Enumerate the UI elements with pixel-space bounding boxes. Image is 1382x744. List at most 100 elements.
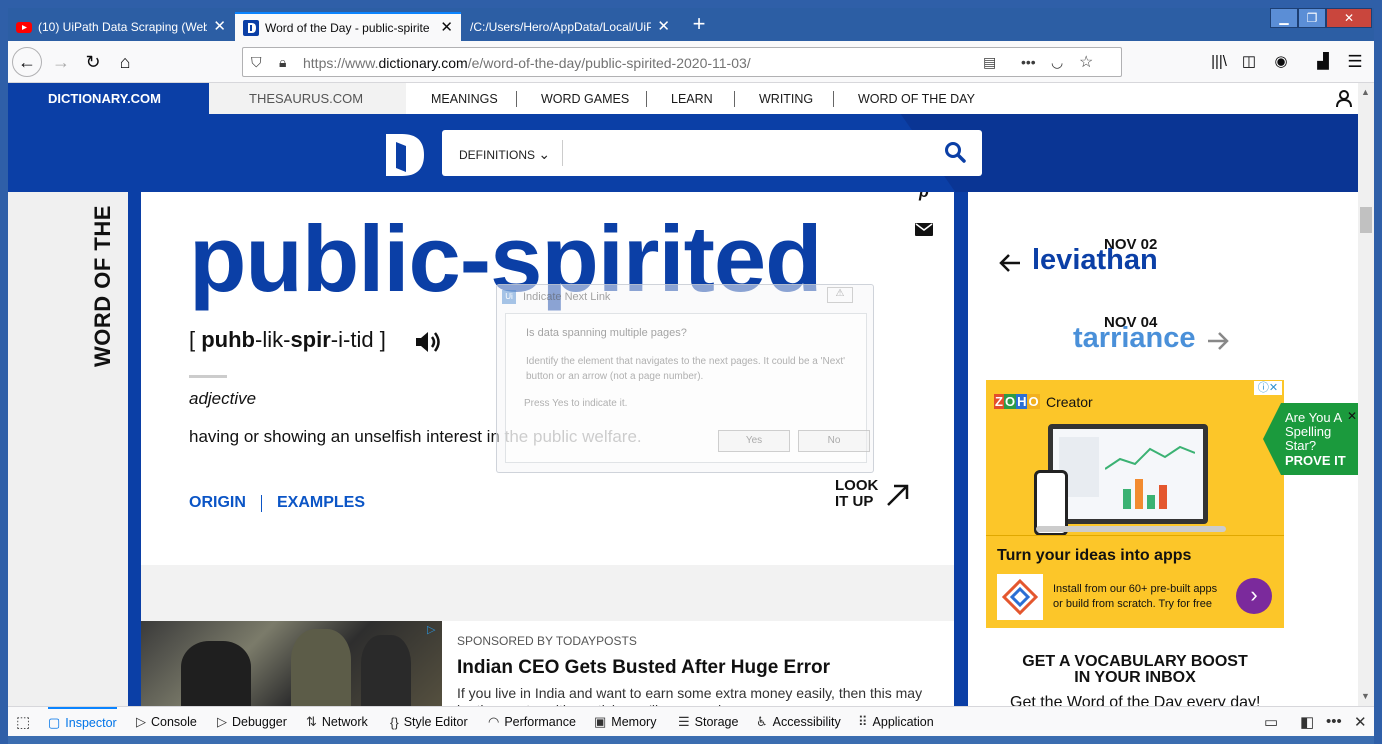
sponsored-article[interactable]: ▷ SPONSORED BY TODAYPOSTS Indian CEO Get… (141, 621, 954, 706)
scroll-thumb[interactable] (1360, 207, 1372, 233)
speaker-icon[interactable] (414, 329, 442, 355)
nav-learn[interactable]: LEARN (671, 92, 713, 106)
close-tab-icon[interactable]: ✕ (657, 19, 670, 34)
window-close-button[interactable]: ✕ (1326, 8, 1372, 28)
yes-button[interactable]: Yes (718, 430, 790, 452)
tab-youtube[interactable]: (10) UiPath Data Scraping (Web ✕ (8, 12, 234, 41)
devtools-tab-storage[interactable]: ☰ Storage (678, 707, 738, 737)
lock-icon[interactable]: 🔒︎ (279, 54, 286, 71)
devtools-tab-performance[interactable]: ◠ Performance (488, 707, 576, 737)
url-bar[interactable]: ⛉ 🔒︎ https://www.dictionary.com/e/word-o… (242, 47, 1122, 77)
line-chart-illustration (1105, 445, 1195, 470)
newsletter-title: GET A VOCABULARY BOOST IN YOUR INBOX (1022, 653, 1248, 686)
ad-choices-icon[interactable]: ▷ (427, 623, 435, 636)
arrow-up-right-icon[interactable] (885, 482, 911, 508)
responsive-design-icon[interactable]: ▭ (1264, 713, 1278, 731)
forward-button[interactable]: → (48, 49, 74, 75)
devtools-tab-network[interactable]: ⇅ Network (306, 707, 368, 737)
dock-icon[interactable]: ◧ (1300, 713, 1314, 731)
tab-local-file[interactable]: /C:/Users/Hero/AppData/Local/UiP ✕ (462, 12, 678, 41)
help-icon[interactable]: ⚠ (827, 287, 853, 303)
dictionary-tab[interactable]: DICTIONARY.COM (8, 83, 209, 114)
devtools-tab-accessibility[interactable]: ♿︎ Accessibility (756, 707, 841, 737)
arrow-right-icon[interactable] (1206, 330, 1230, 352)
ad-product-name: Creator (1046, 394, 1093, 410)
bookmark-star-icon[interactable]: ☆ (1079, 52, 1093, 72)
search-icon[interactable] (944, 141, 966, 163)
dictionary-logo[interactable] (384, 132, 426, 178)
page-actions-icon[interactable]: ••• (1021, 54, 1036, 70)
definitions-dropdown[interactable]: DEFINITIONS ⌄ (459, 146, 550, 163)
ad-go-button[interactable]: › (1236, 578, 1272, 614)
vertical-section-title: WORD OF THE (90, 205, 115, 367)
shield-icon[interactable]: ⛉ (251, 54, 262, 71)
close-tab-icon[interactable]: ✕ (440, 20, 453, 35)
reload-button[interactable]: ↻ (80, 49, 106, 75)
reader-view-icon[interactable]: ▤ (983, 54, 996, 71)
scroll-down-icon[interactable]: ▼ (1361, 691, 1370, 701)
url-text[interactable]: https://www.dictionary.com/e/word-of-the… (303, 55, 751, 71)
new-tab-button[interactable]: + (688, 12, 710, 38)
tab-title: /C:/Users/Hero/AppData/Local/UiP (470, 19, 652, 34)
part-of-speech: adjective (189, 389, 257, 408)
devtools-tab-inspector[interactable]: ▢ Inspector (48, 707, 117, 737)
close-devtools-icon[interactable]: ✕ (1354, 713, 1367, 731)
nav-writing[interactable]: WRITING (759, 92, 813, 106)
user-icon[interactable] (1336, 90, 1352, 108)
back-button[interactable]: ← (12, 47, 42, 77)
page-scrollbar[interactable]: ▲ ▼ (1358, 83, 1374, 706)
inspector-icon: ▢ (48, 715, 61, 730)
application-icon: ⠿ (858, 714, 868, 729)
dialog-description: Identify the element that navigates to t… (526, 356, 846, 382)
search-input[interactable] (572, 138, 932, 168)
minimize-button[interactable]: ▁ (1270, 8, 1298, 28)
devtools-tab-style-editor[interactable]: {} Style Editor (390, 707, 468, 737)
thesaurus-tab[interactable]: THESAURUS.COM (209, 83, 406, 114)
ad-divider (986, 535, 1284, 536)
ad-info-icon[interactable]: ⓘ✕ (1254, 381, 1282, 395)
search-box[interactable]: DEFINITIONS ⌄ (442, 130, 982, 176)
bar-illustration (1135, 479, 1143, 509)
email-share-icon[interactable] (915, 223, 933, 236)
origin-link[interactable]: ORIGIN (189, 494, 246, 512)
sponsored-image[interactable]: ▷ (141, 621, 442, 706)
arrow-left-icon[interactable] (998, 252, 1022, 274)
zoho-creator-ad[interactable]: ZOHO Creator ⓘ✕ Turn your ideas into app… (986, 380, 1284, 628)
element-picker-icon[interactable]: ⬚ (16, 713, 30, 731)
tab-dictionary[interactable]: Word of the Day - public-spirite ✕ (235, 12, 461, 41)
bar-illustration (1123, 489, 1131, 509)
nav-meanings[interactable]: MEANINGS (431, 92, 498, 106)
close-tab-icon[interactable]: ✕ (213, 19, 226, 34)
examples-link[interactable]: EXAMPLES (277, 494, 365, 512)
sidebar-icon[interactable]: ◫ (1236, 49, 1262, 75)
zoho-creator-icon (997, 574, 1043, 620)
sponsored-label: SPONSORED BY TODAYPOSTS (457, 634, 637, 648)
no-button[interactable]: No (798, 430, 870, 452)
devtools-tab-memory[interactable]: ▣ Memory (594, 707, 656, 737)
extensions-icon[interactable]: ▟ (1310, 49, 1336, 75)
sponsored-title[interactable]: Indian CEO Gets Busted After Huge Error (457, 657, 830, 679)
maximize-button[interactable]: ❐ (1298, 8, 1326, 28)
prev-word-link[interactable]: leviathan (1032, 244, 1158, 277)
pocket-icon[interactable]: ◡ (1051, 54, 1063, 71)
next-word-link[interactable]: tarriance (1073, 322, 1196, 355)
pinterest-icon[interactable]: p (919, 192, 929, 202)
uipath-indicate-next-link-dialog[interactable]: Ui Indicate Next Link ⚠ Is data spanning… (496, 284, 874, 473)
photo-figure (291, 629, 351, 706)
home-button[interactable]: ⌂ (112, 49, 138, 75)
more-options-icon[interactable]: ••• (1326, 713, 1342, 730)
photo-figure (181, 641, 251, 706)
devtools-tab-debugger[interactable]: ▷ Debugger (217, 707, 287, 737)
devtools-tab-application[interactable]: ⠿ Application (858, 707, 934, 737)
library-icon[interactable]: |||\ (1206, 49, 1232, 75)
account-icon[interactable]: ◉ (1268, 49, 1294, 75)
devtools-tab-console[interactable]: ▷ Console (136, 707, 197, 737)
spelling-star-ad[interactable]: Are You A Spelling Star? PROVE IT ✕ (1263, 403, 1367, 475)
nav-word-of-the-day[interactable]: WORD OF THE DAY (858, 92, 975, 106)
nav-word-games[interactable]: WORD GAMES (541, 92, 629, 106)
scroll-up-icon[interactable]: ▲ (1361, 87, 1370, 97)
prove-it-link[interactable]: PROVE IT (1285, 453, 1346, 468)
look-it-up-link[interactable]: LOOK IT UP (835, 478, 878, 510)
close-icon[interactable]: ✕ (1347, 409, 1357, 423)
menu-icon[interactable]: ☰ (1342, 49, 1368, 75)
